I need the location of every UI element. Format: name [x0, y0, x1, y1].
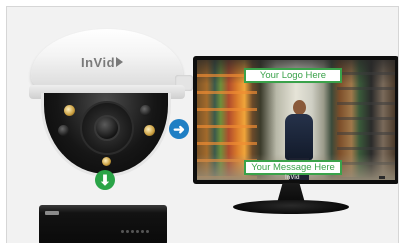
- dome-camera: InVid: [27, 29, 197, 179]
- nvr-recorder: [39, 205, 167, 243]
- camera-lens: [80, 101, 134, 155]
- arrow-right-icon: ➜: [169, 119, 189, 139]
- monitor-screen: Your Logo Here Your Message Here: [197, 60, 395, 180]
- ir-led: [140, 105, 151, 116]
- nvr-status-lights: [121, 220, 161, 233]
- logo-overlay-box: Your Logo Here: [244, 68, 342, 83]
- monitor: Your Logo Here Your Message Here InVid: [193, 56, 398, 184]
- ir-led: [144, 125, 155, 136]
- product-diagram: InVid ➜ ⬇ Your Logo Here Your Message He…: [6, 6, 399, 243]
- camera-lens-inner: [94, 115, 120, 141]
- arrow-down-icon: ⬇: [95, 170, 115, 190]
- monitor-stand-base: [233, 200, 349, 214]
- ir-led: [102, 157, 111, 166]
- ir-led: [58, 125, 69, 136]
- message-overlay-box: Your Message Here: [244, 160, 342, 175]
- monitor-brand-logo: InVid: [285, 175, 300, 181]
- nvr-brand-mark: [45, 211, 59, 215]
- monitor-power-indicator: [379, 176, 385, 179]
- camera-brand-logo: InVid: [81, 55, 124, 70]
- ir-led: [64, 105, 75, 116]
- camera-dome: [41, 93, 171, 177]
